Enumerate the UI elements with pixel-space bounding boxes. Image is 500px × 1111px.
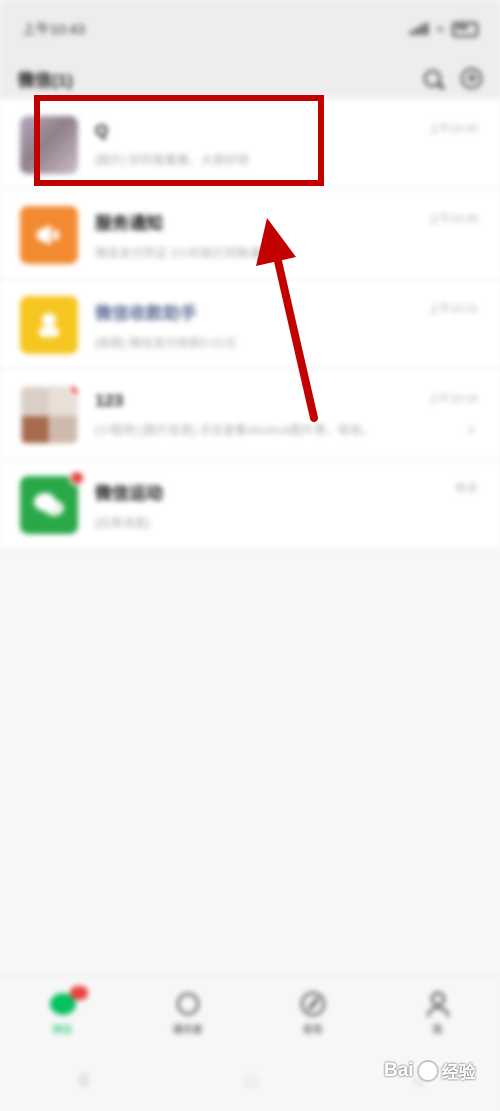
paw-icon	[416, 1059, 439, 1082]
watermark: Bai 经验	[384, 1058, 476, 1083]
watermark-brand: Bai	[384, 1059, 414, 1081]
annotation-arrow-icon	[256, 218, 318, 422]
arrow-head	[256, 218, 296, 266]
watermark-suffix: 经验	[441, 1063, 476, 1082]
arrow-shaft	[271, 244, 318, 422]
